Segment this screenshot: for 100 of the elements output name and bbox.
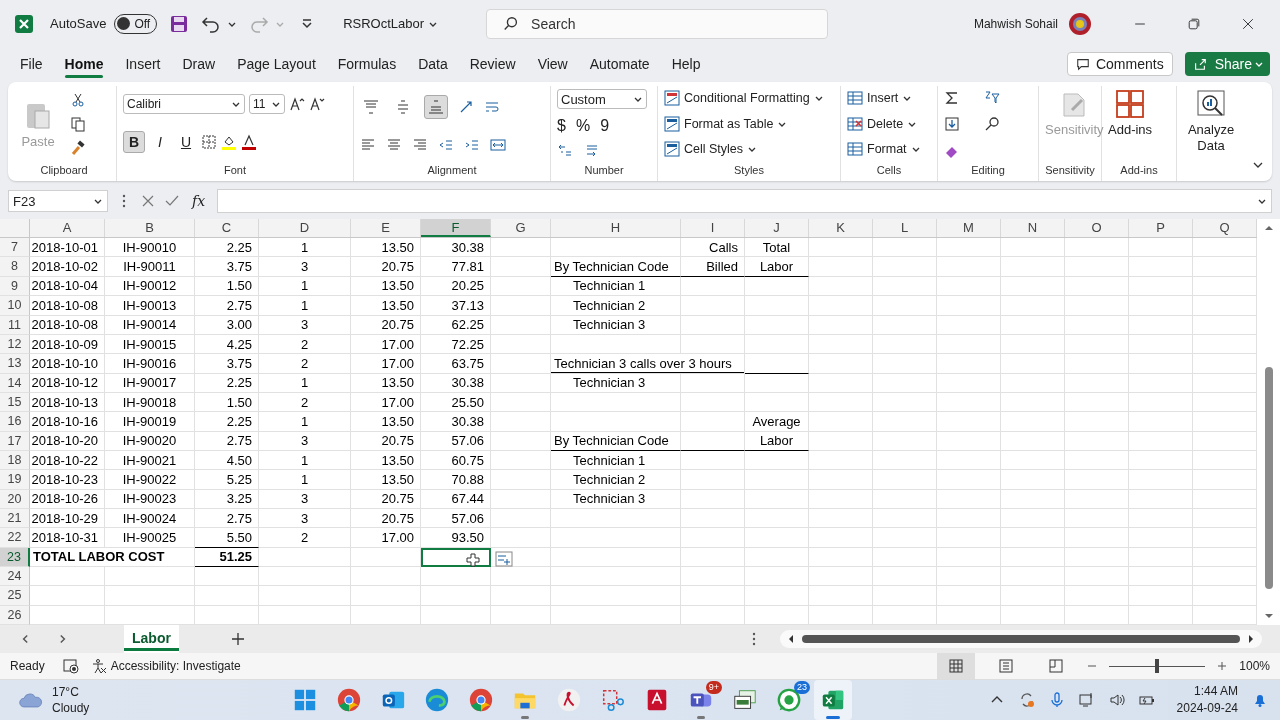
ribbon-tab[interactable]: Page Layout — [229, 51, 324, 76]
fill-icon[interactable] — [944, 116, 960, 133]
number-format-button[interactable]: % — [575, 116, 591, 135]
align-right-icon[interactable] — [412, 137, 428, 153]
search-icon[interactable] — [984, 116, 1000, 133]
analyze-data-button[interactable]: Analyze Data — [1183, 85, 1239, 154]
row-header[interactable]: 23 — [0, 547, 30, 567]
styles-command-button[interactable]: Conditional Formatting — [664, 90, 834, 107]
column-header[interactable]: I — [681, 219, 745, 238]
autosum-icon[interactable] — [944, 89, 960, 106]
clock-date[interactable]: 2024-09-24 — [1176, 700, 1238, 717]
ribbon-tab[interactable]: Formulas — [329, 51, 405, 76]
row-header[interactable]: 16 — [0, 412, 30, 432]
ribbon-tab[interactable]: Review — [461, 51, 524, 76]
cut-icon[interactable] — [70, 91, 86, 108]
row-header[interactable]: 19 — [0, 470, 30, 490]
row-header[interactable]: 22 — [0, 528, 30, 548]
font-name-field[interactable]: Calibri — [123, 94, 245, 115]
font-style-button[interactable]: I — [149, 131, 171, 154]
ribbon-tab[interactable]: Help — [663, 51, 709, 76]
row-header[interactable]: 26 — [0, 605, 30, 625]
column-header[interactable]: F — [421, 219, 491, 238]
scrollbar-thumb[interactable] — [1264, 366, 1273, 589]
column-header[interactable]: B — [105, 219, 195, 238]
scrollbar-thumb[interactable] — [802, 635, 1240, 643]
row-header[interactable]: 8 — [0, 257, 30, 277]
row-header[interactable]: 21 — [0, 508, 30, 529]
row-header[interactable]: 10 — [0, 296, 30, 316]
vertical-align-button[interactable] — [424, 94, 448, 119]
ribbon-tab[interactable]: Automate — [581, 51, 658, 76]
row-header[interactable]: 24 — [0, 566, 30, 587]
file-name-button[interactable]: RSROctLabor — [343, 16, 439, 32]
taskbar-button[interactable]: 9+ — [682, 680, 720, 720]
styles-command-button[interactable]: Cell Styles — [664, 141, 834, 158]
decrease-font-size-icon[interactable] — [309, 96, 325, 113]
scroll-right-icon[interactable] — [1246, 634, 1256, 644]
zoom-in-icon[interactable] — [1217, 661, 1228, 671]
column-header[interactable]: M — [937, 219, 1001, 238]
clock-time[interactable]: 1:44 AM — [1193, 683, 1238, 700]
add-ins-button[interactable]: Add-ins — [1108, 85, 1153, 138]
row-header[interactable]: 18 — [0, 450, 30, 471]
save-icon[interactable] — [169, 13, 190, 34]
ribbon-tab[interactable]: File — [12, 51, 51, 76]
font-size-field[interactable]: 11 — [249, 94, 285, 115]
fill-color-icon[interactable] — [221, 134, 237, 151]
ribbon-tab[interactable]: Insert — [117, 51, 169, 76]
column-header[interactable]: G — [491, 219, 551, 238]
row-header[interactable]: 9 — [0, 276, 30, 297]
column-header[interactable]: K — [809, 219, 873, 238]
merge-cells-icon[interactable] — [490, 137, 506, 153]
bell-icon[interactable] — [1252, 692, 1268, 708]
search-field[interactable]: Search — [486, 8, 829, 39]
add-sheet-icon[interactable] — [230, 632, 245, 646]
row-header[interactable]: 12 — [0, 334, 30, 355]
row-header[interactable]: 13 — [0, 354, 30, 374]
font-style-button[interactable]: U — [175, 131, 197, 154]
scroll-down-icon[interactable] — [1263, 611, 1274, 621]
row-header[interactable]: 15 — [0, 392, 30, 413]
number-format-button[interactable]: $ — [557, 116, 566, 135]
column-header[interactable]: J — [745, 219, 809, 238]
row-header[interactable]: 17 — [0, 431, 30, 451]
ribbon-tab[interactable]: Data — [410, 51, 456, 76]
zoom-slider-thumb[interactable] — [1155, 659, 1160, 673]
font-style-button[interactable]: B — [123, 131, 145, 154]
column-header[interactable]: P — [1129, 219, 1193, 238]
sort-filter-icon[interactable] — [984, 89, 1000, 106]
font-color-icon[interactable] — [241, 134, 257, 151]
formula-field[interactable] — [217, 189, 1272, 214]
zoom-level[interactable]: 100% — [1239, 659, 1270, 673]
taskbar-button[interactable]: 23 — [770, 680, 808, 720]
copy-icon[interactable] — [70, 115, 86, 132]
align-left-icon[interactable] — [360, 137, 376, 153]
avatar-icon[interactable] — [1068, 11, 1092, 36]
align-center-icon[interactable] — [386, 137, 402, 153]
row-header[interactable]: 7 — [0, 238, 30, 258]
microphone-icon[interactable] — [1048, 692, 1065, 708]
accessibility-button[interactable]: Accessibility: Investigate — [90, 658, 241, 674]
row-header[interactable]: 25 — [0, 586, 30, 606]
more-icon[interactable] — [122, 194, 126, 209]
column-header[interactable]: N — [1001, 219, 1065, 238]
column-header[interactable]: L — [873, 219, 937, 238]
horizontal-scrollbar[interactable] — [780, 630, 1262, 648]
view-button[interactable] — [937, 653, 976, 679]
share-button[interactable]: Share — [1184, 51, 1270, 76]
row-header[interactable]: 14 — [0, 373, 30, 393]
ribbon-tab[interactable]: Home — [56, 51, 112, 76]
sheet-tab[interactable]: Labor — [124, 625, 179, 653]
column-header[interactable]: C — [195, 219, 259, 238]
ribbon-tab[interactable]: View — [529, 51, 576, 76]
row-header[interactable]: 11 — [0, 315, 30, 335]
cells-command-button[interactable]: Insert — [847, 90, 931, 107]
network-icon[interactable] — [1078, 692, 1095, 708]
sync-icon[interactable] — [1018, 692, 1035, 708]
column-header[interactable]: O — [1065, 219, 1129, 238]
format-painter-icon[interactable] — [70, 139, 86, 156]
insert-function-button[interactable]: fx — [188, 193, 210, 210]
column-header[interactable]: A — [30, 219, 105, 238]
cells-command-button[interactable]: Delete — [847, 115, 931, 132]
taskbar-button[interactable] — [814, 680, 852, 720]
cells-command-button[interactable]: Format — [847, 141, 931, 158]
